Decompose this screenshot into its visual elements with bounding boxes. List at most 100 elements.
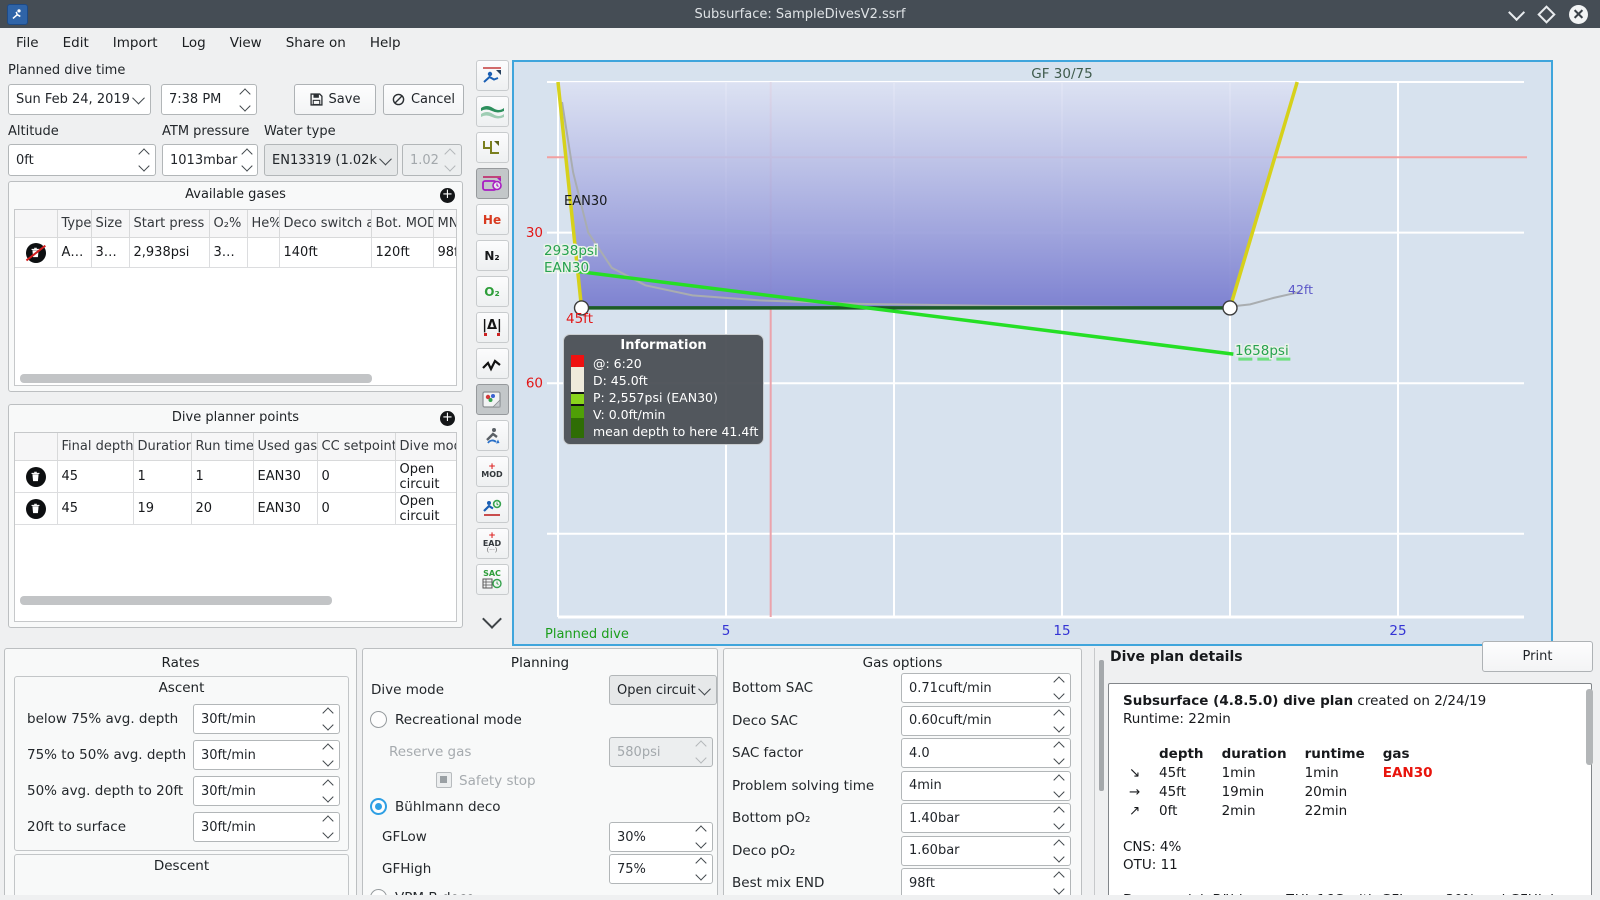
table-cell[interactable]: [246, 237, 280, 268]
spin-up-icon[interactable]: [1053, 806, 1065, 818]
spin-up-icon[interactable]: [239, 87, 251, 100]
recreational-mode-radio[interactable]: [370, 711, 387, 728]
spin-down-icon[interactable]: [322, 755, 334, 767]
spin-up-icon[interactable]: [138, 148, 150, 160]
vpmb-deco-radio[interactable]: [370, 889, 387, 895]
spin-down-icon[interactable]: [138, 160, 150, 172]
spin-up-icon[interactable]: [322, 815, 334, 827]
menu-import[interactable]: Import: [101, 31, 170, 55]
spin-up-icon[interactable]: [322, 707, 334, 719]
option-stepper[interactable]: 4.0: [901, 738, 1071, 768]
buhlmann-deco-radio[interactable]: [370, 798, 387, 815]
spin-down-icon[interactable]: [322, 791, 334, 803]
table-cell[interactable]: 1: [132, 460, 192, 493]
mod-icon[interactable]: + MOD: [475, 456, 509, 487]
gflow-stepper[interactable]: 30%: [609, 822, 713, 852]
dive-planner-icon[interactable]: [475, 60, 509, 91]
spin-down-icon[interactable]: [1053, 720, 1065, 733]
spin-down-icon[interactable]: [241, 160, 253, 172]
spin-down-icon[interactable]: [1053, 785, 1065, 798]
spin-up-icon[interactable]: [1053, 676, 1065, 688]
table-cell[interactable]: 20: [190, 492, 254, 525]
diver-icon[interactable]: [475, 420, 509, 451]
table-cell[interactable]: 0: [316, 460, 396, 493]
table-cell[interactable]: Open circuit: [394, 492, 456, 525]
points-hscrollbar[interactable]: [20, 596, 332, 605]
spin-down-icon[interactable]: [695, 837, 707, 849]
dive-mode-select[interactable]: Open circuit: [609, 675, 717, 705]
option-stepper[interactable]: 30ft/min: [193, 704, 340, 734]
option-stepper[interactable]: 4min: [901, 770, 1071, 801]
table-cell[interactable]: 3…: [208, 237, 248, 268]
spin-up-icon[interactable]: [695, 825, 707, 837]
dive-date-select[interactable]: Sun Feb 24, 2019: [8, 84, 151, 115]
ndl-diver-icon[interactable]: [475, 492, 509, 523]
spin-up-icon[interactable]: [1053, 838, 1065, 851]
option-stepper[interactable]: 1.60bar: [901, 835, 1071, 866]
nitrogen-graph-icon[interactable]: N₂: [475, 240, 509, 271]
table-cell[interactable]: 3…: [90, 237, 130, 268]
waves-icon[interactable]: [475, 96, 509, 127]
table-cell[interactable]: 45: [56, 492, 134, 525]
spin-down-icon[interactable]: [1053, 850, 1065, 863]
table-cell[interactable]: 98ft: [432, 237, 456, 268]
spin-down-icon[interactable]: [1053, 688, 1065, 700]
cancel-button[interactable]: Cancel: [383, 84, 464, 115]
delete-row-icon[interactable]: [25, 242, 46, 263]
spin-down-icon[interactable]: [1053, 753, 1065, 765]
close-icon[interactable]: [1569, 4, 1588, 24]
toolbar-scroll-down[interactable]: [476, 600, 509, 631]
profile-handle[interactable]: [1222, 300, 1238, 316]
profile-scaled-icon[interactable]: [475, 132, 509, 163]
option-stepper[interactable]: 98ft: [901, 868, 1071, 895]
partial-pressure-icon[interactable]: |Δ|: [475, 312, 509, 343]
photos-icon[interactable]: [475, 384, 509, 415]
menu-view[interactable]: View: [218, 31, 274, 55]
spin-up-icon[interactable]: [322, 743, 334, 755]
heartrate-icon[interactable]: [475, 348, 509, 379]
oxygen-graph-icon[interactable]: O₂: [475, 276, 509, 307]
spin-up-icon[interactable]: [1053, 773, 1065, 786]
menu-help[interactable]: Help: [358, 31, 413, 55]
spin-down-icon[interactable]: [239, 99, 251, 112]
dive-time-stepper[interactable]: 7:38 PM: [161, 84, 257, 115]
spin-down-icon[interactable]: [322, 719, 334, 731]
dive-profile-chart[interactable]: 5 15 25 30 60 GF 30/75 EAN30 2938psi EAN30 45ft 42…: [512, 60, 1553, 646]
table-cell[interactable]: Open circuit: [394, 460, 456, 493]
table-cell[interactable]: 1: [190, 460, 254, 493]
water-type-select[interactable]: EN13319 (1.02k: [264, 144, 398, 176]
add-gas-button[interactable]: +: [440, 188, 455, 203]
option-stepper[interactable]: 0.60cuft/min: [901, 705, 1071, 736]
menu-log[interactable]: Log: [170, 31, 218, 55]
table-cell[interactable]: EAN30: [252, 492, 318, 525]
table-cell[interactable]: EAN30: [252, 460, 318, 493]
gfhigh-stepper[interactable]: 75%: [609, 854, 713, 884]
spin-down-icon[interactable]: [1053, 818, 1065, 830]
save-button[interactable]: Save: [294, 84, 376, 115]
altitude-stepper[interactable]: 0ft: [8, 144, 156, 176]
atm-pressure-stepper[interactable]: 1013mbar: [162, 144, 258, 176]
maximize-icon[interactable]: [1537, 4, 1556, 24]
spin-up-icon[interactable]: [1053, 871, 1065, 883]
table-cell[interactable]: 0: [316, 492, 396, 525]
helium-graph-icon[interactable]: He: [475, 204, 509, 235]
option-stepper[interactable]: 30ft/min: [193, 740, 340, 770]
option-stepper[interactable]: 0.71cuft/min: [901, 673, 1071, 703]
table-cell[interactable]: 19: [132, 492, 192, 525]
table-cell[interactable]: 2,938psi: [128, 237, 210, 268]
spin-down-icon[interactable]: [1053, 883, 1065, 895]
option-stepper[interactable]: 1.40bar: [901, 803, 1071, 833]
ead-icon[interactable]: + EAD (···): [475, 528, 509, 559]
delete-row-icon[interactable]: [25, 466, 46, 487]
menu-share-on[interactable]: Share on: [274, 31, 358, 55]
spin-up-icon[interactable]: [1053, 741, 1065, 753]
add-point-button[interactable]: +: [440, 411, 455, 426]
panel-splitter[interactable]: [1094, 648, 1095, 895]
table-cell[interactable]: 45: [56, 460, 134, 493]
delete-row-icon[interactable]: [25, 498, 46, 519]
menu-file[interactable]: File: [4, 31, 51, 55]
spin-up-icon[interactable]: [241, 148, 253, 160]
plan-vscrollbar[interactable]: [1586, 689, 1593, 765]
table-cell[interactable]: 120ft: [370, 237, 434, 268]
spin-up-icon[interactable]: [322, 779, 334, 791]
